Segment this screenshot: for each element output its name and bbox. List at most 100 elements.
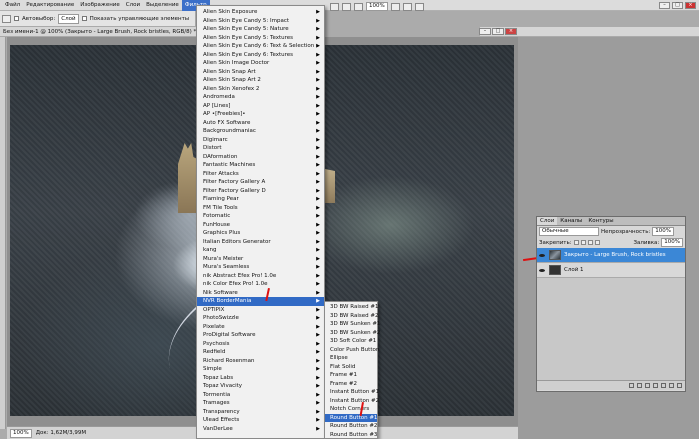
- submenu-item[interactable]: Color Push Button: [325, 346, 379, 355]
- filter-menu-item[interactable]: Graphics Plus ▶: [197, 229, 324, 238]
- filter-menu-item[interactable]: Alien Skin Snap Art ▶: [197, 68, 324, 77]
- document-tab[interactable]: Без имени-1 @ 100% (Закрыто - Large Brus…: [0, 27, 197, 37]
- guides-icon[interactable]: [354, 2, 363, 11]
- filter-menu-item[interactable]: Filter Factory Gallery A ▶: [197, 178, 324, 187]
- submenu-item[interactable]: Round Button #1: [325, 413, 377, 422]
- filter-menu-item[interactable]: Richard Rosenman ▶: [197, 357, 324, 366]
- visibility-eye-icon[interactable]: [539, 252, 546, 259]
- visibility-eye-icon[interactable]: [539, 267, 546, 274]
- show-controls-checkbox[interactable]: [81, 16, 87, 21]
- doc-restore-icon[interactable]: □: [492, 28, 504, 35]
- filter-menu-item[interactable]: Distort ▶: [197, 144, 324, 153]
- filter-menu-item[interactable]: Ulead Effects ▶: [197, 416, 324, 425]
- fill-input[interactable]: 100%: [661, 238, 683, 247]
- filter-menu-item[interactable]: Transparency ▶: [197, 408, 324, 417]
- filter-menu-item[interactable]: Alien Skin Eye Candy 5: Impact ▶: [197, 17, 324, 26]
- filter-menu-item[interactable]: Simple ▶: [197, 365, 324, 374]
- zoom-select[interactable]: 100%: [366, 2, 388, 11]
- delete-layer-icon[interactable]: [677, 383, 682, 388]
- filter-menu-item[interactable]: PhotoSwizzle ▶: [197, 314, 324, 323]
- filter-menu-item[interactable]: AP •[Freebies]• ▶: [197, 110, 324, 119]
- menu-select[interactable]: Выделение: [143, 0, 182, 11]
- close-icon[interactable]: ×: [685, 2, 696, 9]
- filter-menu-item[interactable]: Topaz Vivacity ▶: [197, 382, 324, 391]
- filter-menu-item[interactable]: VanDerLee ▶: [197, 425, 324, 434]
- tab-paths[interactable]: Контуры: [585, 217, 616, 225]
- filter-menu-item[interactable]: Alien Skin Xenofex 2 ▶: [197, 85, 324, 94]
- autoselect-checkbox[interactable]: [14, 16, 19, 21]
- opacity-input[interactable]: 100%: [652, 227, 675, 236]
- filter-menu-item[interactable]: Auto FX Software ▶: [197, 119, 324, 128]
- filter-menu-item[interactable]: kang ▶: [197, 246, 324, 255]
- filter-menu-item[interactable]: Topaz Labs ▶: [197, 374, 324, 383]
- filter-menu-item[interactable]: Mura's Meister ▶: [197, 255, 324, 264]
- lock-pixels-icon[interactable]: [580, 240, 586, 245]
- blend-mode-select[interactable]: Обычные: [539, 227, 599, 236]
- tab-layers[interactable]: Слои: [537, 217, 558, 225]
- filter-menu-item[interactable]: Tormentia ▶: [197, 391, 324, 400]
- hand-icon[interactable]: [390, 2, 400, 11]
- filter-menu-item[interactable]: Mura's Seamless ▶: [197, 263, 324, 272]
- submenu-item[interactable]: Notch Corners: [325, 405, 377, 414]
- maximize-icon[interactable]: □: [672, 2, 683, 9]
- filter-menu-item[interactable]: Nik Software ▶: [197, 289, 324, 298]
- filter-menu-item[interactable]: Alien Skin Snap Art 2 ▶: [197, 76, 324, 85]
- filter-menu-item[interactable]: nik Abstract Efex Pro! 1.0e ▶: [197, 272, 324, 281]
- bridge-icon[interactable]: [330, 2, 339, 11]
- filter-menu-item[interactable]: Andromeda ▶: [197, 93, 324, 102]
- submenu-item[interactable]: Round Button #2: [325, 422, 377, 431]
- menu-edit[interactable]: Редактирование: [23, 0, 77, 11]
- filter-menu-item[interactable]: Alien Skin Eye Candy 5: Textures ▶: [197, 34, 324, 43]
- filter-menu-item[interactable]: Alien Skin Eye Candy 6: Textures ▶: [197, 51, 324, 60]
- filter-menu-item[interactable]: Filter Attacks ▶: [197, 170, 324, 179]
- new-group-icon[interactable]: [661, 383, 666, 388]
- adjustment-layer-icon[interactable]: [653, 383, 658, 388]
- link-layers-icon[interactable]: [629, 383, 634, 388]
- submenu-item[interactable]: 3D BW Sunken #1: [325, 320, 380, 329]
- submenu-item[interactable]: 3D BW Sunken #2: [325, 329, 380, 338]
- filter-menu-item[interactable]: Tramages ▶: [197, 399, 324, 408]
- layer-row-top[interactable]: Закрыто - Large Brush, Rock bristles: [537, 248, 685, 263]
- filter-menu-item[interactable]: OPTIPIX ▶: [197, 306, 324, 315]
- filter-menu-item[interactable]: ProDigital Software ▶: [197, 331, 324, 340]
- lock-all-icon[interactable]: [594, 240, 600, 245]
- doc-close-icon[interactable]: ×: [505, 28, 517, 35]
- filter-menu-item[interactable]: FunHouse ▶: [197, 221, 324, 230]
- filter-menu-item[interactable]: Fotomatic ▶: [197, 212, 324, 221]
- autoselect-select[interactable]: Слой: [58, 13, 79, 24]
- filter-menu-item[interactable]: AP [Lines] ▶: [197, 102, 324, 111]
- menu-layers[interactable]: Слои: [123, 0, 143, 11]
- filter-menu-item[interactable]: Alien Skin Eye Candy 5: Nature ▶: [197, 25, 324, 34]
- lock-position-icon[interactable]: [587, 240, 593, 245]
- filter-menu-item[interactable]: Filter Factory Gallery D ▶: [197, 187, 324, 196]
- submenu-item[interactable]: Flat Solid: [325, 363, 377, 372]
- filter-menu-item[interactable]: Redfield ▶: [197, 348, 324, 357]
- layer-style-icon[interactable]: [637, 383, 642, 388]
- submenu-item[interactable]: 3D BW Raised #1: [325, 303, 378, 312]
- filter-menu-item[interactable]: Alien Skin Image Doctor ▶: [197, 59, 324, 68]
- filter-menu-item[interactable]: Psychosis ▶: [197, 340, 324, 349]
- menu-image[interactable]: Изображение: [77, 0, 123, 11]
- lock-transparency-icon[interactable]: [573, 240, 579, 245]
- filter-menu-item[interactable]: nik Color Efex Pro! 1.0e ▶: [197, 280, 324, 289]
- submenu-item[interactable]: Round Button #3: [325, 431, 377, 439]
- submenu-item[interactable]: Frame #1: [325, 371, 377, 380]
- minimize-icon[interactable]: –: [659, 2, 670, 9]
- filter-menu-item[interactable]: Digimarc ▶: [197, 136, 324, 145]
- move-tool-icon[interactable]: [2, 14, 11, 23]
- filter-menu-item[interactable]: Fantastic Machines ▶: [197, 161, 324, 170]
- filter-menu-item[interactable]: DAformation ▶: [197, 153, 324, 162]
- filter-menu-item[interactable]: Alien Skin Eye Candy 6: Text & Selection…: [197, 42, 324, 51]
- new-layer-icon[interactable]: [669, 383, 674, 388]
- filter-menu-item[interactable]: Pixelate ▶: [197, 323, 324, 332]
- filter-menu-item[interactable]: Italian Editors Generator ▶: [197, 238, 324, 247]
- minibridge-icon[interactable]: [342, 2, 351, 11]
- submenu-item[interactable]: 3D Soft Color #1: [325, 337, 377, 346]
- rotate-icon[interactable]: [402, 2, 412, 11]
- doc-minimize-icon[interactable]: –: [479, 28, 491, 35]
- status-zoom[interactable]: 100%: [10, 428, 32, 438]
- layer-row-bottom[interactable]: Слой 1: [537, 263, 685, 278]
- tab-channels[interactable]: Каналы: [557, 217, 585, 225]
- menu-file[interactable]: Файл: [2, 0, 23, 11]
- filter-menu-item[interactable]: Flaming Pear ▶: [197, 195, 324, 204]
